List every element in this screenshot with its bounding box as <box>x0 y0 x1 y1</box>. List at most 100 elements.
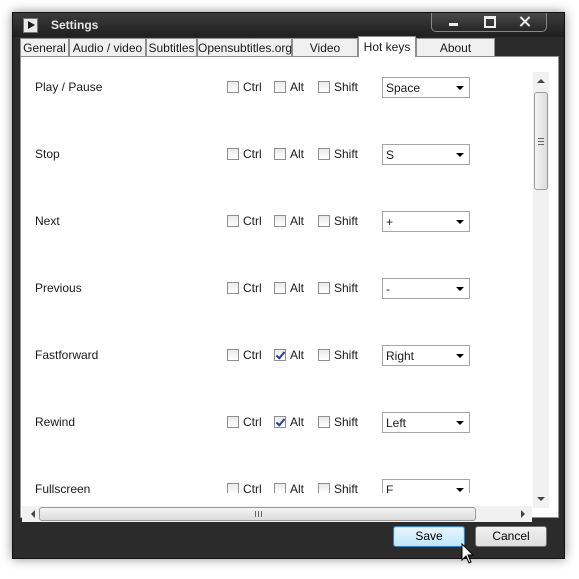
ctrl-label: Ctrl <box>243 80 262 94</box>
key-dropdown-value: Space <box>386 81 421 95</box>
tab-subtitles[interactable]: Subtitles <box>146 38 197 56</box>
key-dropdown[interactable]: Right <box>382 345 470 366</box>
key-dropdown[interactable]: Left <box>382 412 470 433</box>
key-dropdown[interactable]: S <box>382 144 470 165</box>
key-dropdown-value: + <box>386 215 394 229</box>
scroll-right-icon[interactable] <box>521 510 525 518</box>
hotkey-action-label: Next <box>35 214 60 228</box>
save-button[interactable]: Save <box>393 526 465 547</box>
title-bar[interactable]: Settings <box>13 13 564 37</box>
key-dropdown-value: S <box>386 148 395 162</box>
cancel-button[interactable]: Cancel <box>475 526 547 547</box>
alt-checkbox[interactable] <box>274 81 286 93</box>
window-title: Settings <box>51 18 99 32</box>
key-dropdown-value: - <box>386 282 390 296</box>
ctrl-label: Ctrl <box>243 281 262 295</box>
tab-general[interactable]: General <box>20 38 69 56</box>
shift-checkbox[interactable] <box>318 416 330 428</box>
alt-checkbox[interactable] <box>274 215 286 227</box>
shift-label: Shift <box>334 348 359 362</box>
vertical-scroll-thumb[interactable] <box>534 92 548 190</box>
alt-label: Alt <box>290 281 305 295</box>
tab-opensubtitles[interactable]: Opensubtitles.org <box>197 38 292 56</box>
ctrl-checkbox[interactable] <box>227 483 239 493</box>
hotkey-action-label: Previous <box>35 281 82 295</box>
key-dropdown[interactable]: Space <box>382 77 470 98</box>
key-dropdown[interactable]: + <box>382 211 470 232</box>
ctrl-label: Ctrl <box>243 348 262 362</box>
app-icon[interactable] <box>23 18 38 33</box>
chevron-down-icon[interactable] <box>456 86 464 90</box>
key-dropdown[interactable]: F <box>382 479 470 493</box>
alt-label: Alt <box>290 348 305 362</box>
alt-checkbox[interactable] <box>274 349 286 361</box>
hotkey-row: Next Ctrl Alt Shift + <box>21 211 531 233</box>
chevron-down-icon[interactable] <box>456 153 464 157</box>
ctrl-label: Ctrl <box>243 415 262 429</box>
hotkey-action-label: Fastforward <box>35 348 99 362</box>
shift-label: Shift <box>334 415 359 429</box>
chevron-down-icon[interactable] <box>456 287 464 291</box>
alt-checkbox[interactable] <box>274 148 286 160</box>
tab-about-kantaris[interactable]: About Kantaris <box>416 38 495 73</box>
ctrl-label: Ctrl <box>243 482 262 493</box>
chevron-down-icon[interactable] <box>456 421 464 425</box>
shift-label: Shift <box>334 147 359 161</box>
hotkey-row: Previous Ctrl Alt Shift - <box>21 278 531 300</box>
tab-strip: General Audio / video Subtitles Opensubt… <box>20 36 560 73</box>
hotkey-row: Fullscreen Ctrl Alt Shift F <box>21 479 531 493</box>
horizontal-scrollbar[interactable] <box>22 506 532 522</box>
shift-label: Shift <box>334 80 359 94</box>
hotkeys-panel: Play / Pause Ctrl Alt Shift Space Stop Ctrl Alt… <box>20 56 559 522</box>
alt-label: Alt <box>290 214 305 228</box>
key-dropdown[interactable]: - <box>382 278 470 299</box>
chevron-down-icon[interactable] <box>456 354 464 358</box>
ctrl-checkbox[interactable] <box>227 148 239 160</box>
shift-checkbox[interactable] <box>318 483 330 493</box>
hotkey-row: Rewind Ctrl Alt Shift Left <box>21 412 531 434</box>
scroll-down-icon[interactable] <box>537 497 545 501</box>
maximize-icon[interactable] <box>472 13 506 31</box>
key-dropdown-value: Left <box>386 416 407 430</box>
tab-audio-video[interactable]: Audio / video <box>69 38 146 56</box>
ctrl-checkbox[interactable] <box>227 416 239 428</box>
chevron-down-icon[interactable] <box>456 488 464 492</box>
alt-checkbox[interactable] <box>274 282 286 294</box>
caption-buttons <box>431 13 547 32</box>
mouse-pointer-icon <box>461 543 475 564</box>
tab-video-library[interactable]: Video library <box>292 38 358 73</box>
ctrl-checkbox[interactable] <box>227 215 239 227</box>
close-icon[interactable] <box>508 13 542 31</box>
tab-hot-keys[interactable]: Hot keys <box>358 36 416 57</box>
ctrl-checkbox[interactable] <box>227 81 239 93</box>
shift-checkbox[interactable] <box>318 349 330 361</box>
ctrl-checkbox[interactable] <box>227 349 239 361</box>
chevron-down-icon[interactable] <box>456 220 464 224</box>
shift-checkbox[interactable] <box>318 282 330 294</box>
shift-label: Shift <box>334 281 359 295</box>
key-dropdown-value: Right <box>386 349 415 363</box>
hotkey-row: Fastforward Ctrl Alt Shift Right <box>21 345 531 367</box>
shift-checkbox[interactable] <box>318 81 330 93</box>
alt-label: Alt <box>290 147 305 161</box>
hotkey-row: Stop Ctrl Alt Shift S <box>21 144 531 166</box>
vertical-scrollbar[interactable] <box>533 72 549 508</box>
hotkey-action-label: Stop <box>35 147 60 161</box>
scroll-left-icon[interactable] <box>31 510 35 518</box>
settings-window: Settings General Audio / video Subtitles… <box>12 12 565 564</box>
hotkey-action-label: Fullscreen <box>35 482 91 493</box>
alt-checkbox[interactable] <box>274 416 286 428</box>
alt-checkbox[interactable] <box>274 483 286 493</box>
horizontal-scroll-thumb[interactable] <box>39 507 476 521</box>
alt-label: Alt <box>290 415 305 429</box>
ctrl-label: Ctrl <box>243 147 262 161</box>
shift-checkbox[interactable] <box>318 148 330 160</box>
minimize-icon[interactable] <box>436 13 470 31</box>
scroll-up-icon[interactable] <box>537 79 545 83</box>
alt-label: Alt <box>290 80 305 94</box>
key-dropdown-value: F <box>386 483 394 493</box>
shift-checkbox[interactable] <box>318 215 330 227</box>
ctrl-label: Ctrl <box>243 214 262 228</box>
shift-label: Shift <box>334 214 359 228</box>
ctrl-checkbox[interactable] <box>227 282 239 294</box>
